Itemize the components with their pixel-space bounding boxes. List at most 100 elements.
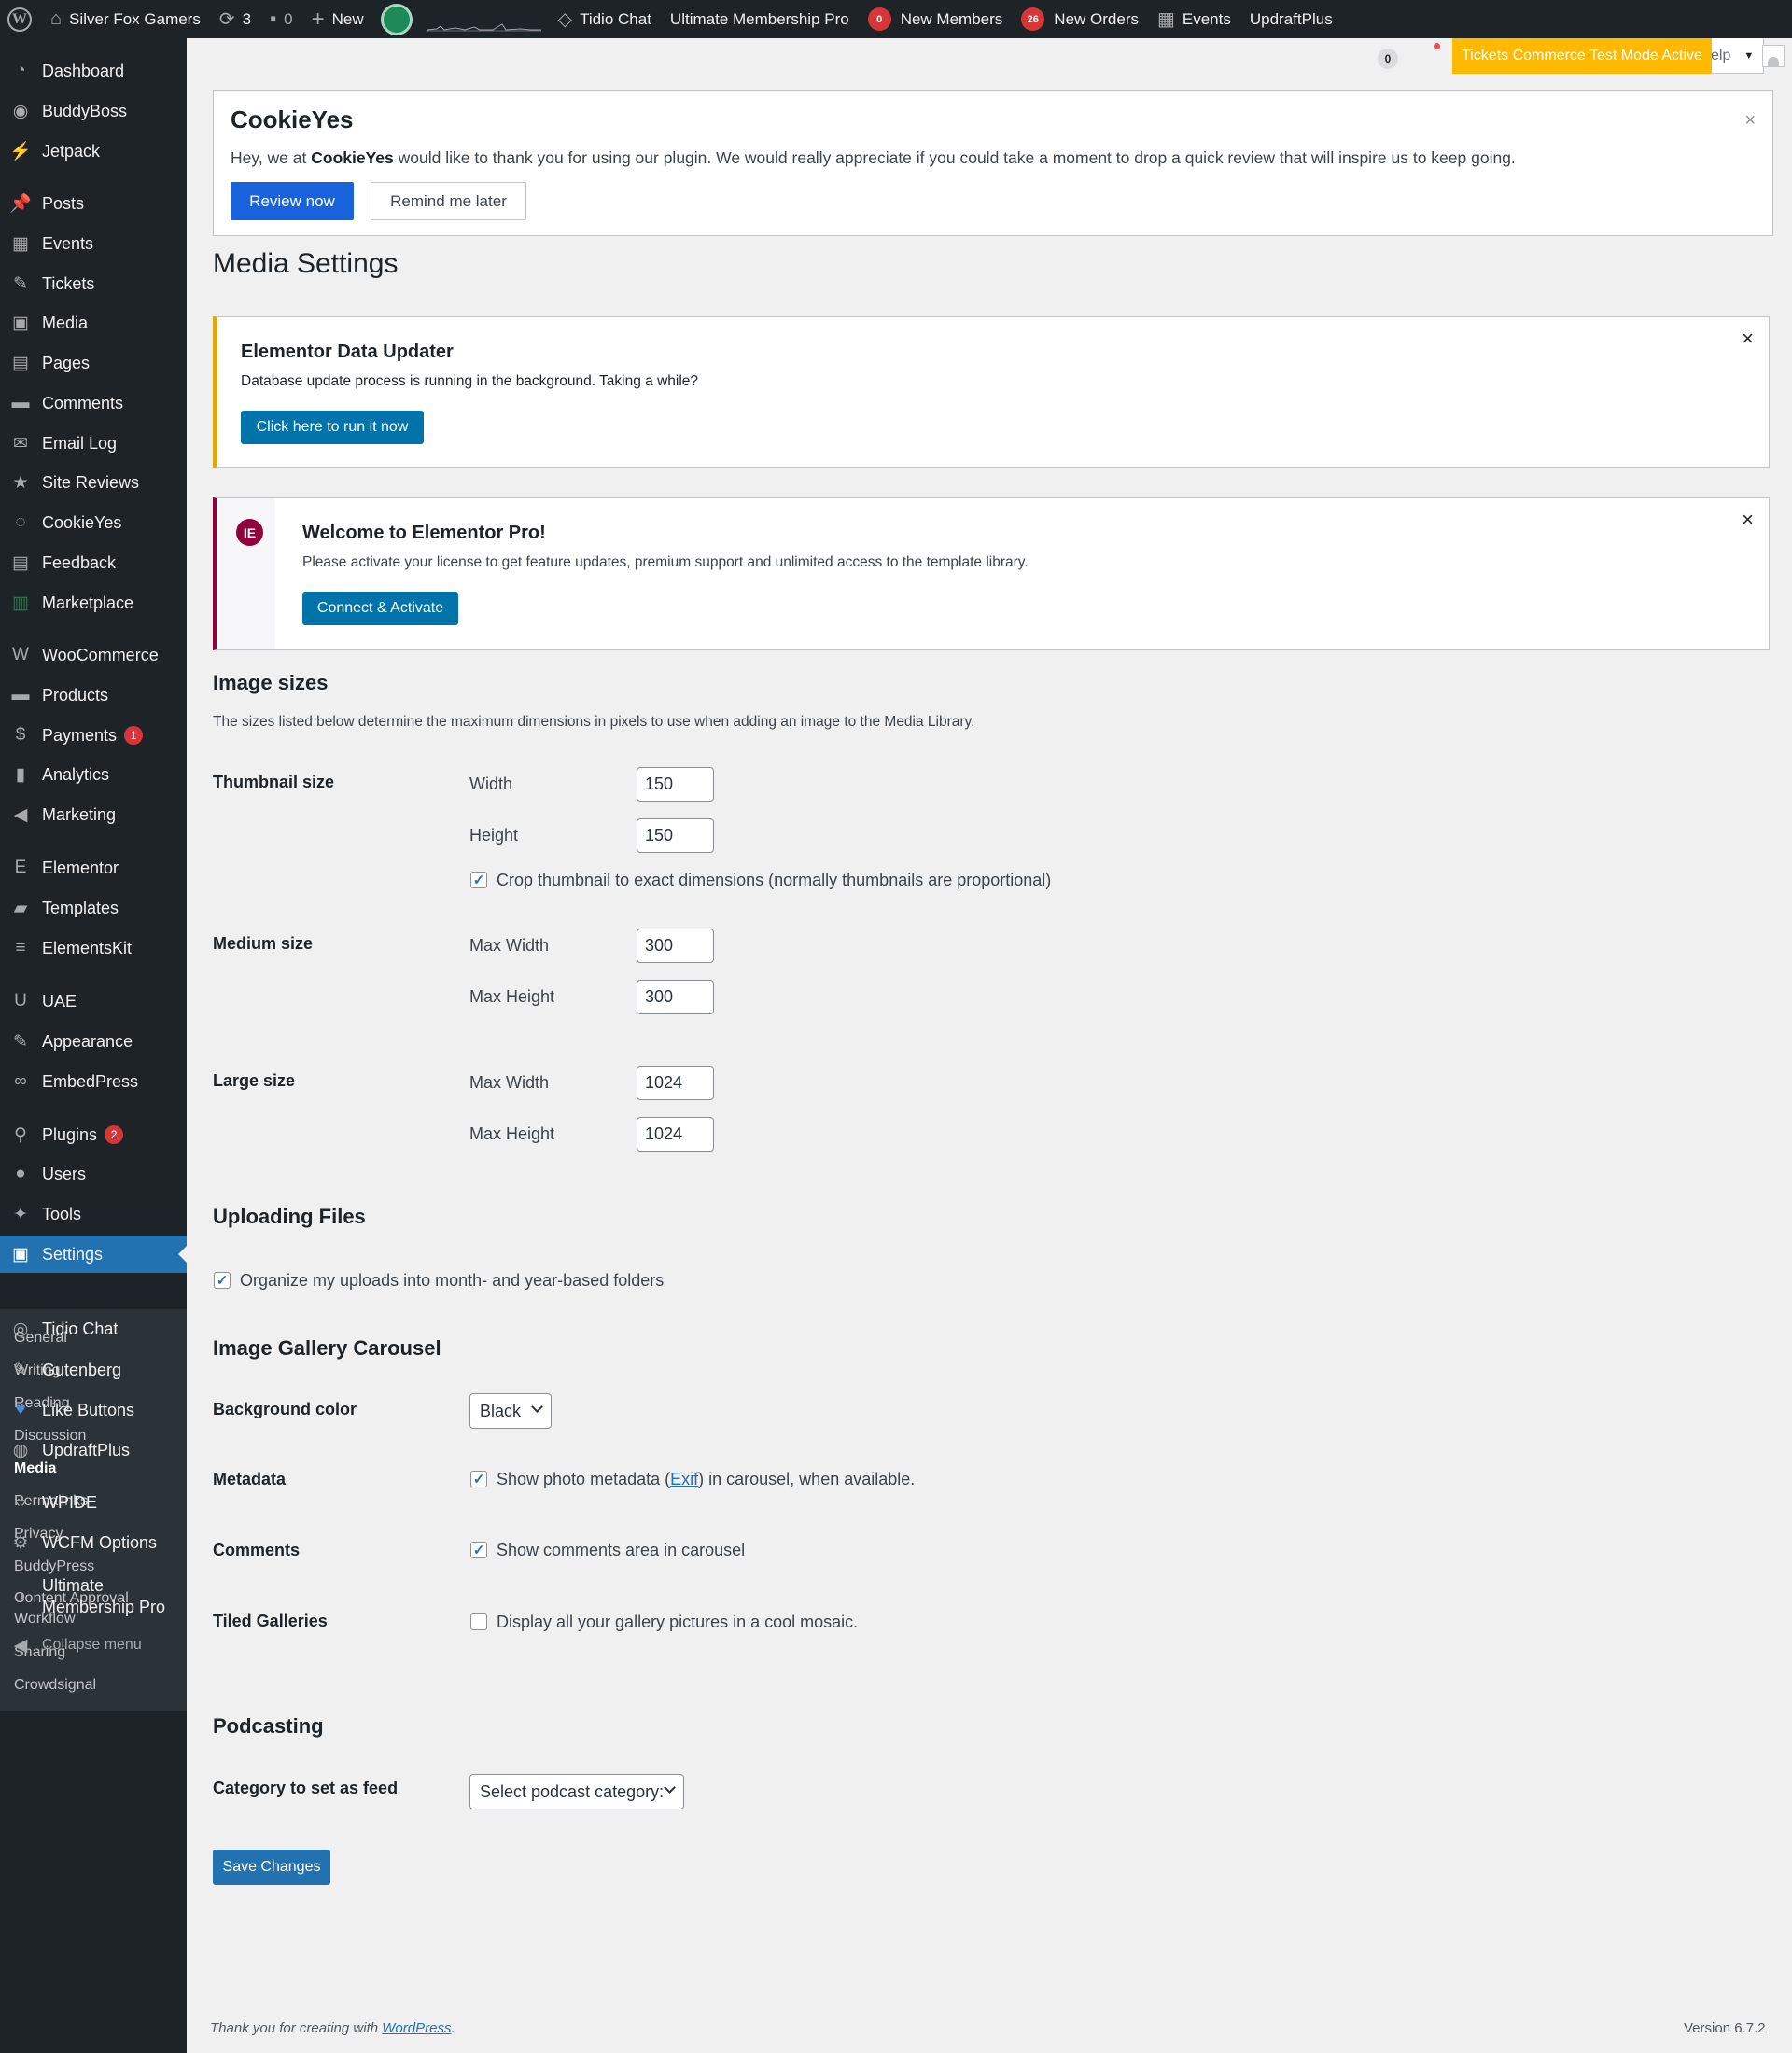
pin-icon: 📌 (9, 194, 32, 214)
close-icon[interactable]: × (1742, 328, 1754, 349)
sidebar-item-tidio-chat[interactable]: ◎ Tidio Chat (0, 1310, 187, 1348)
exif-link[interactable]: Exif (670, 1470, 698, 1488)
updraft-menu[interactable]: UpdraftPlus (1240, 0, 1342, 38)
tiled-galleries-checkbox[interactable] (470, 1613, 487, 1630)
sidebar-item-payments[interactable]: $ Payments 1 (0, 717, 187, 754)
organize-uploads-checkbox[interactable]: ✓ (214, 1272, 231, 1289)
uae-icon: U (14, 991, 27, 1011)
sidebar-item-media[interactable]: ▣ Media (0, 304, 187, 342)
large-height-input[interactable]: 1024 (637, 1117, 714, 1152)
jetpack-icon: ⚡ (9, 142, 32, 161)
traffic-sparkline[interactable] (420, 0, 549, 38)
sidebar-item-elementskit[interactable]: ≡ ElementsKit (0, 929, 187, 967)
sidebar-item-events[interactable]: ▦ Events (0, 225, 187, 262)
sidebar-item-ultimate-membership-pro[interactable]: ◑ Ultimate Membership Pro (0, 1573, 187, 1620)
sidebar-item-gutenberg[interactable]: ✎ Gutenberg (0, 1351, 187, 1389)
updates-menu[interactable]: ⟳ 3 (210, 0, 260, 38)
connect-activate-button[interactable]: Connect & Activate (302, 592, 458, 625)
sidebar-item-users[interactable]: ● Users (0, 1155, 187, 1193)
ump-label: Ultimate Membership Pro (669, 9, 849, 28)
updraft-label: UpdraftPlus (1249, 9, 1333, 28)
help-tab[interactable]: elp ▼ (1704, 38, 1764, 74)
sidebar-item-collapse-menu[interactable]: ◀ Collapse menu (0, 1627, 187, 1664)
remind-later-button[interactable]: Remind me later (371, 182, 526, 220)
wordpress-logo-icon: W (7, 7, 32, 32)
sidebar-item-settings[interactable]: ▣ Settings (0, 1236, 187, 1273)
sidebar-item-marketplace[interactable]: ▥ Marketplace (0, 584, 187, 621)
updater-title: Elementor Data Updater (241, 342, 454, 362)
ump-menu[interactable]: Ultimate Membership Pro (661, 0, 859, 38)
sidebar-item-marketing[interactable]: ◀ Marketing (0, 796, 187, 833)
medium-width-label: Max Width (469, 936, 550, 955)
new-orders-menu[interactable]: 26 New Orders (1012, 0, 1148, 38)
podcast-category-select[interactable]: Select podcast category: (469, 1774, 684, 1809)
run-update-button[interactable]: Click here to run it now (241, 411, 424, 444)
close-icon[interactable]: × (1744, 111, 1756, 130)
comments-menu[interactable]: ▪ 0 (260, 0, 302, 38)
large-width-input[interactable]: 1024 (637, 1066, 714, 1100)
close-icon[interactable]: × (1742, 510, 1754, 530)
background-color-select[interactable]: Black (469, 1393, 552, 1429)
metadata-label: Metadata (213, 1470, 287, 1488)
sidebar-item-updraftplus[interactable]: ◍ UpdraftPlus (0, 1432, 187, 1469)
tidio-menu[interactable]: ◇ Tidio Chat (549, 0, 661, 38)
wordpress-link[interactable]: WordPress (382, 2020, 451, 2036)
update-count-badge: 2 (105, 1125, 124, 1144)
sidebar-item-posts[interactable]: 📌 Posts (0, 185, 187, 222)
tickets-commerce-banner[interactable]: Tickets Commerce Test Mode Active (1452, 38, 1712, 74)
site-name: Silver Fox Gamers (69, 9, 201, 28)
new-content-menu[interactable]: + New (302, 0, 373, 38)
medium-height-input[interactable]: 300 (637, 980, 714, 1014)
sidebar-item-appearance[interactable]: ✎ Appearance (0, 1023, 187, 1060)
crop-thumbnail-checkbox[interactable]: ✓ (470, 872, 487, 888)
sidebar-item-comments[interactable]: ▬ Comments (0, 384, 187, 422)
sidebar-item-email-log[interactable]: ✉ Email Log (0, 425, 187, 462)
new-members-menu[interactable]: 0 New Members (859, 0, 1013, 38)
save-changes-button[interactable]: Save Changes (213, 1850, 330, 1885)
events-menu[interactable]: ▦ Events (1148, 0, 1240, 38)
sidebar-item-embedpress[interactable]: ∞ EmbedPress (0, 1063, 187, 1100)
sidebar-item-site-reviews[interactable]: ★ Site Reviews (0, 464, 187, 501)
sidebar-item-wpide[interactable]: ‹› WPIDE (0, 1484, 187, 1521)
review-now-button[interactable]: Review now (231, 182, 354, 220)
user-avatar-small[interactable] (1762, 45, 1785, 67)
star-icon: ★ (12, 472, 29, 493)
sidebar-item-label: Feedback (42, 552, 117, 572)
sidebar-item-cookieyes[interactable]: ◌ CookieYes (0, 504, 187, 541)
submenu-item-crowdsignal[interactable]: Crowdsignal (14, 1675, 96, 1696)
sidebar-item-label: Comments (42, 393, 124, 412)
background-color-value: Black (480, 1401, 522, 1420)
sidebar-item-uae[interactable]: U UAE (0, 983, 187, 1020)
wordpress-logo-menu[interactable]: W (0, 0, 41, 38)
sidebar-item-wcfm-options[interactable]: ⚙ WCFM Options (0, 1524, 187, 1561)
sidebar-item-plugins[interactable]: ⚲ Plugins 2 (0, 1116, 187, 1153)
metadata-checkbox[interactable]: ✓ (470, 1471, 487, 1487)
analytics-icon: ▮ (15, 764, 26, 785)
sidebar-item-dashboard[interactable]: ◔ Dashboard (0, 52, 187, 90)
sidebar-item-feedback[interactable]: ▤ Feedback (0, 544, 187, 581)
sidebar-item-tools[interactable]: ✦ Tools (0, 1195, 187, 1233)
sidebar-item-jetpack[interactable]: ⚡ Jetpack (0, 133, 187, 170)
sidebar-item-label: Settings (42, 1244, 104, 1264)
sidebar-item-products[interactable]: ▬ Products (0, 677, 187, 714)
comments-checkbox[interactable]: ✓ (470, 1542, 487, 1558)
notification-dot (1434, 43, 1440, 49)
sidebar-item-woocommerce[interactable]: W WooCommerce (0, 636, 187, 674)
sidebar-item-tickets[interactable]: ✎ Tickets (0, 265, 187, 302)
sidebar-item-buddyboss[interactable]: ◉ BuddyBoss (0, 92, 187, 130)
sidebar-item-like-buttons[interactable]: ♥ Like Buttons (0, 1391, 187, 1429)
thumbnail-width-input[interactable]: 150 (637, 767, 714, 802)
comments-text: Show comments area in carousel (497, 1541, 746, 1559)
cookieyes-icon: ◌ (15, 512, 26, 532)
sidebar-item-elementor[interactable]: E Elementor (0, 849, 187, 887)
folder-icon: ▰ (13, 898, 28, 918)
thumbnail-height-input[interactable]: 150 (637, 818, 714, 853)
sidebar-item-analytics[interactable]: ▮ Analytics (0, 756, 187, 793)
collapse-icon: ◀ (13, 1635, 28, 1655)
site-name-menu[interactable]: ⌂ Silver Fox Gamers (41, 0, 210, 38)
sidebar-item-pages[interactable]: ▤ Pages (0, 344, 187, 382)
avatar-menu[interactable] (373, 0, 420, 38)
marketplace-icon: ▥ (12, 593, 29, 613)
medium-width-input[interactable]: 300 (637, 929, 714, 963)
sidebar-item-templates[interactable]: ▰ Templates (0, 889, 187, 927)
